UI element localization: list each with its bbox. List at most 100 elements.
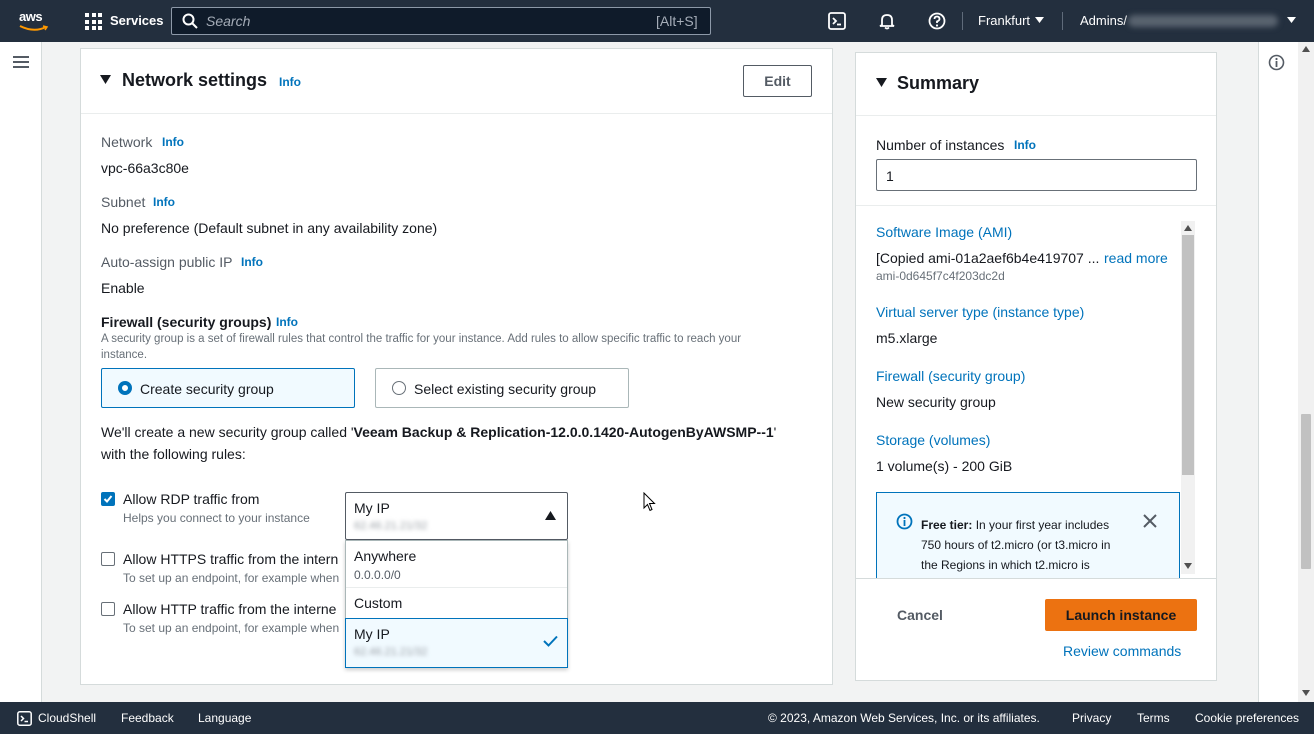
footer-privacy-link[interactable]: Privacy	[1072, 711, 1111, 725]
checkmark-icon	[103, 495, 113, 503]
hamburger-menu-icon[interactable]	[13, 55, 29, 69]
footer-copyright: © 2023, Amazon Web Services, Inc. or its…	[768, 711, 1040, 725]
instances-info-link[interactable]: Info	[1014, 138, 1036, 152]
allow-https-hint: To set up an endpoint, for example when	[123, 571, 340, 585]
page-scrollbar-thumb[interactable]	[1301, 414, 1311, 569]
summary-scrollbar-thumb[interactable]	[1182, 235, 1194, 475]
storage-value: 1 volume(s) - 200 GiB	[876, 458, 1013, 474]
public-ip-value: Enable	[101, 280, 145, 296]
network-info-link[interactable]: Info	[162, 135, 184, 149]
info-circle-icon	[896, 513, 913, 530]
summary-collapse-caret-icon[interactable]	[876, 78, 887, 87]
cancel-button[interactable]: Cancel	[897, 607, 943, 623]
account-menu[interactable]: Admins/	[1080, 13, 1127, 28]
search-placeholder: Search	[206, 13, 251, 29]
page-scrollbar[interactable]	[1298, 42, 1314, 702]
caret-up-icon	[545, 511, 556, 520]
info-panel-icon[interactable]	[1268, 54, 1285, 71]
help-icon[interactable]	[928, 12, 946, 30]
select-existing-group-label: Select existing security group	[414, 381, 597, 397]
network-label: Network	[101, 134, 153, 150]
allow-rdp-hint: Helps you connect to your instance	[123, 511, 310, 525]
allow-http-checkbox[interactable]	[101, 602, 115, 616]
cloudshell-footer-icon[interactable]	[17, 711, 32, 726]
footer-cookie-preferences-link[interactable]: Cookie preferences	[1195, 711, 1299, 725]
allow-http-hint: To set up an endpoint, for example when	[123, 621, 340, 635]
public-ip-info-link[interactable]: Info	[241, 255, 263, 269]
firewall-label: Firewall (security groups)	[101, 314, 272, 330]
firewall-description-cont: instance.	[101, 349, 148, 361]
rdp-source-selected-ip: 62.46.21.21/32	[354, 520, 428, 532]
top-navigation-bar: aws Services Search [Alt+S] Frankfurt Ad…	[0, 0, 1314, 42]
region-selector[interactable]: Frankfurt	[978, 13, 1030, 28]
option-custom-label: Custom	[354, 595, 403, 611]
aws-smile-icon	[19, 25, 49, 31]
public-ip-label: Auto-assign public IP	[101, 254, 233, 270]
summary-scroll-up-icon[interactable]	[1184, 225, 1192, 231]
network-settings-info-link[interactable]: Info	[279, 75, 301, 89]
firewall-summary-value: New security group	[876, 394, 996, 410]
rdp-source-selected: My IP	[354, 500, 390, 516]
ami-value: [Copied ami-01a2aef6b4e419707 ...	[876, 250, 1100, 266]
summary-scroll-down-icon[interactable]	[1184, 563, 1192, 569]
ami-read-more-link[interactable]: read more	[1104, 250, 1168, 266]
search-input[interactable]	[171, 7, 711, 35]
nav-divider	[962, 12, 963, 30]
notifications-bell-icon[interactable]	[878, 12, 896, 30]
ami-link[interactable]: Software Image (AMI)	[876, 224, 1012, 240]
security-group-name: Veeam Backup & Replication-12.0.0.1420-A…	[353, 424, 774, 440]
summary-divider	[856, 205, 1216, 206]
allow-https-label[interactable]: Allow HTTPS traffic from the intern	[123, 551, 345, 567]
aws-logo[interactable]: aws	[19, 9, 43, 24]
footer-terms-link[interactable]: Terms	[1137, 711, 1170, 725]
create-group-message-cont: with the following rules:	[101, 446, 246, 462]
summary-scrollbar[interactable]	[1181, 221, 1195, 574]
footer-cloudshell-link[interactable]: CloudShell	[38, 711, 96, 725]
edit-button[interactable]: Edit	[743, 65, 812, 97]
storage-link[interactable]: Storage (volumes)	[876, 432, 990, 448]
allow-http-label[interactable]: Allow HTTP traffic from the interne	[123, 601, 345, 617]
network-settings-title: Network settings	[122, 70, 268, 90]
left-sidebar	[0, 42, 42, 702]
instances-value: 1	[886, 168, 894, 184]
firewall-summary-link[interactable]: Firewall (security group)	[876, 368, 1025, 384]
region-caret-icon	[1035, 17, 1044, 23]
services-grid-icon[interactable]	[85, 13, 102, 30]
instance-type-value: m5.xlarge	[876, 330, 938, 346]
subnet-info-link[interactable]: Info	[153, 195, 175, 209]
right-help-rail	[1258, 42, 1298, 702]
cloudshell-icon[interactable]	[828, 12, 846, 30]
scroll-up-arrow-icon[interactable]	[1302, 46, 1310, 52]
firewall-info-link[interactable]: Info	[276, 315, 298, 329]
create-group-message: We'll create a new security group called…	[101, 424, 777, 440]
search-icon	[182, 13, 198, 29]
footer-language-link[interactable]: Language	[198, 711, 251, 725]
collapse-caret-icon[interactable]	[100, 75, 111, 84]
review-commands-link[interactable]: Review commands	[1063, 643, 1181, 659]
scroll-down-arrow-icon[interactable]	[1302, 690, 1310, 696]
nav-divider	[1062, 12, 1063, 30]
option-my-ip-address: 62.46.21.21/32	[354, 646, 428, 658]
account-email-blurred	[1128, 15, 1278, 27]
free-tier-text-line3: the Regions in which t2.micro is	[921, 558, 1090, 572]
select-existing-group-radio[interactable]	[392, 381, 406, 395]
allow-rdp-label[interactable]: Allow RDP traffic from	[123, 491, 259, 507]
services-menu[interactable]: Services	[110, 13, 164, 28]
option-anywhere-label: Anywhere	[354, 548, 417, 564]
subnet-value: No preference (Default subnet in any ava…	[101, 220, 438, 236]
create-security-group-radio[interactable]	[118, 381, 132, 395]
instances-input[interactable]	[876, 159, 1197, 191]
footer-feedback-link[interactable]: Feedback	[121, 711, 174, 725]
firewall-description: A security group is a set of firewall ru…	[101, 333, 742, 345]
subnet-label: Subnet	[101, 194, 146, 210]
launch-instance-button[interactable]: Launch instance	[1045, 599, 1197, 631]
instance-type-link[interactable]: Virtual server type (instance type)	[876, 304, 1084, 320]
search-shortcut: [Alt+S]	[656, 13, 698, 29]
close-icon[interactable]	[1143, 514, 1157, 528]
option-my-ip-label: My IP	[354, 626, 390, 642]
create-security-group-label: Create security group	[140, 381, 274, 397]
instances-label: Number of instances	[876, 137, 1005, 153]
free-tier-text: Free tier: In your first year includes	[921, 518, 1110, 532]
option-anywhere-cidr: 0.0.0.0/0	[354, 568, 401, 582]
allow-https-checkbox[interactable]	[101, 552, 115, 566]
